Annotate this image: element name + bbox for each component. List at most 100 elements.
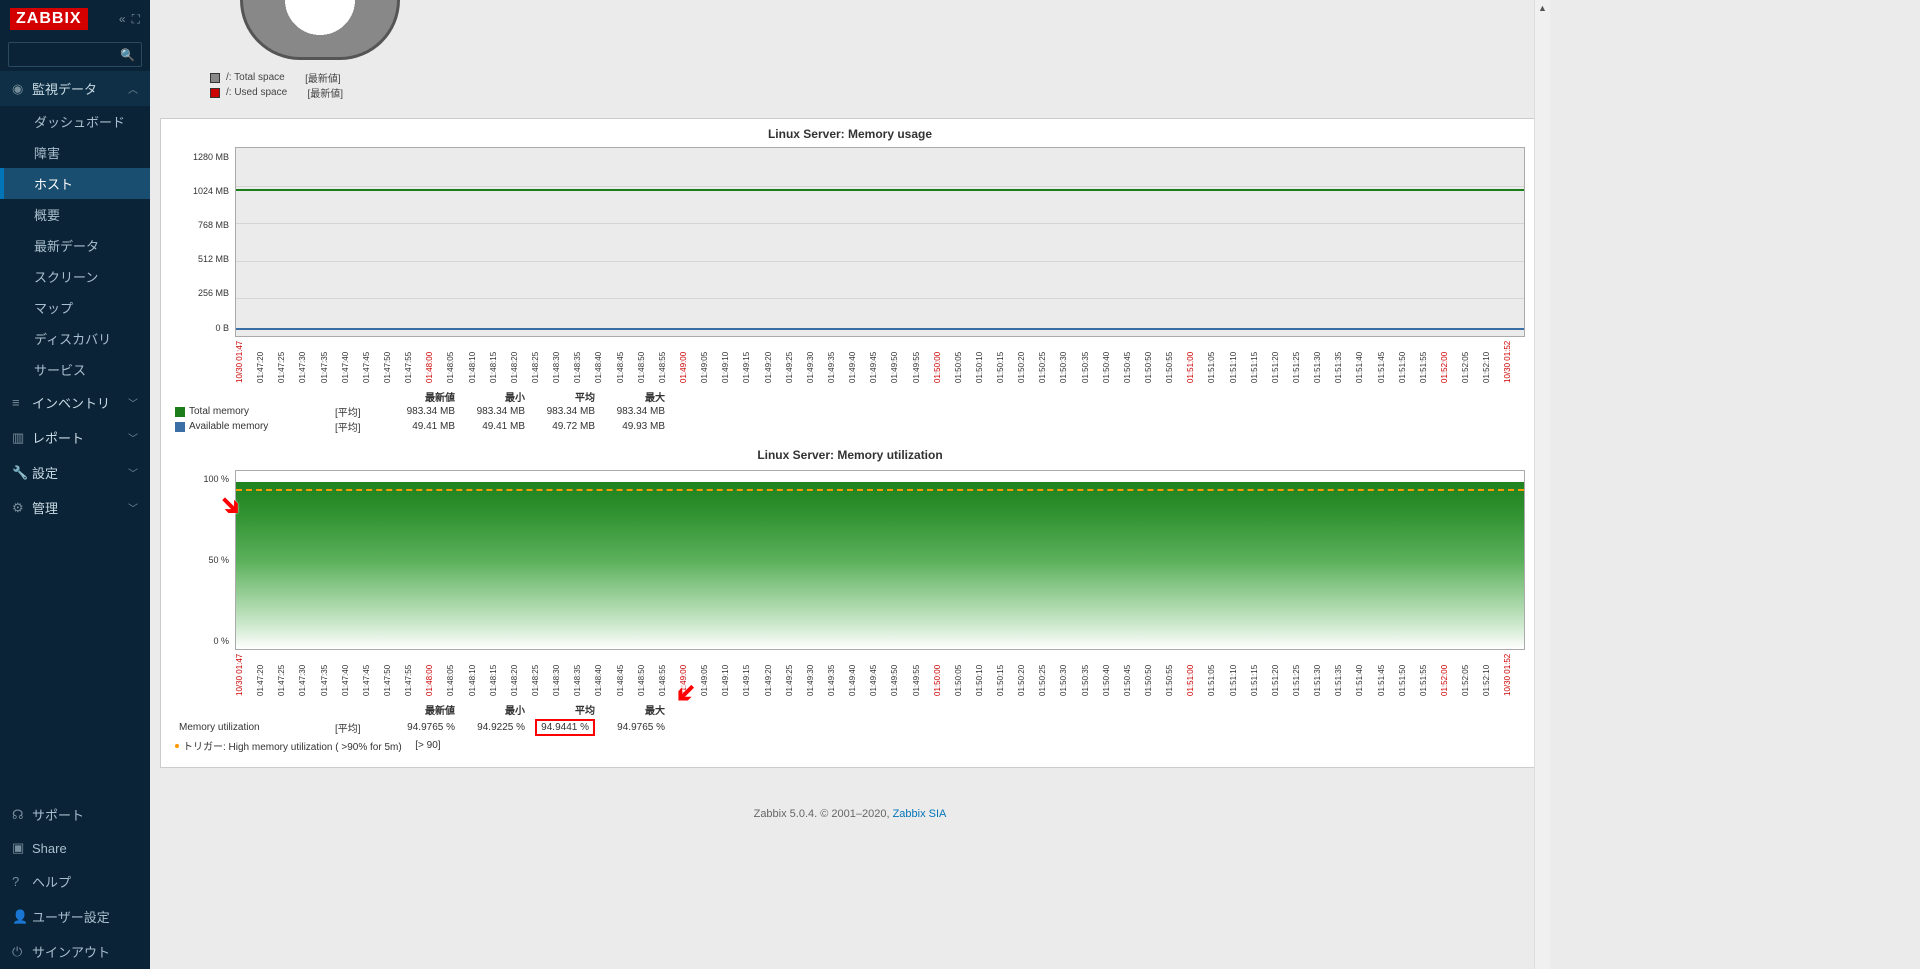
- sidebar-item-0[interactable]: ダッシュボード: [0, 106, 150, 137]
- h: 最新値: [395, 702, 465, 717]
- xtick: 01:51:30: [1313, 341, 1334, 383]
- xtick: 01:48:30: [552, 654, 573, 696]
- xtick: 01:47:45: [362, 654, 383, 696]
- xtick: 01:51:30: [1313, 654, 1334, 696]
- footer-text: Zabbix 5.0.4. © 2001–2020,: [754, 808, 893, 820]
- total-memory-line: [236, 189, 1524, 191]
- xtick: 01:48:00: [425, 654, 446, 696]
- chevron-down-icon: ﹀: [128, 395, 138, 410]
- xtick: 01:51:20: [1271, 341, 1292, 383]
- xtick: 01:50:20: [1017, 654, 1038, 696]
- sidebar-item-2[interactable]: ホスト: [0, 168, 150, 199]
- collapse-icon[interactable]: «: [119, 12, 126, 27]
- xtick-start: 10/30 01:47: [235, 654, 256, 696]
- share-link[interactable]: ▣Share: [0, 832, 150, 864]
- signout-link[interactable]: ⏻サインアウト: [0, 934, 150, 969]
- chevron-up-icon: ︿: [128, 81, 138, 96]
- chevron-down-icon: ﹀: [128, 430, 138, 445]
- v: 94.9225 %: [465, 722, 535, 733]
- ytick: 768 MB: [198, 220, 229, 230]
- sidebar-item-4[interactable]: 最新データ: [0, 230, 150, 261]
- h: 最新値: [395, 389, 465, 404]
- logo[interactable]: ZABBIX: [10, 8, 88, 30]
- scroll-up-icon[interactable]: ▲: [1535, 0, 1550, 16]
- search-input[interactable]: [9, 43, 114, 66]
- h: 最大: [605, 702, 675, 717]
- nav-admin[interactable]: ⚙管理﹀: [0, 490, 150, 525]
- chart2: 100 % 50 % 0 % ➔: [175, 470, 1525, 650]
- main-content: /: Total space [最新値] /: Used space [最新値]…: [150, 0, 1550, 969]
- xtick: 01:47:35: [320, 654, 341, 696]
- xtick: 01:50:35: [1081, 341, 1102, 383]
- sidebar-item-7[interactable]: ディスカバリ: [0, 323, 150, 354]
- xtick: 01:48:55: [658, 654, 679, 696]
- xtick: 01:51:15: [1250, 654, 1271, 696]
- nav-reports[interactable]: ▥レポート﹀: [0, 420, 150, 455]
- chart2-plot: [235, 470, 1525, 650]
- memory-usage-panel: Linux Server: Memory usage 1280 MB 1024 …: [160, 118, 1540, 768]
- footer-link[interactable]: Zabbix SIA: [893, 808, 947, 820]
- xtick: 01:49:55: [912, 341, 933, 383]
- label: ヘルプ: [32, 872, 71, 891]
- xtick: 01:49:00: [679, 341, 700, 383]
- xtick: 01:49:35: [827, 341, 848, 383]
- xtick: 01:48:25: [531, 654, 552, 696]
- nav-monitoring[interactable]: ◉ 監視データ ︿: [0, 71, 150, 106]
- pie-legend-used: /: Used space: [226, 87, 287, 98]
- xtick: 01:47:30: [298, 654, 319, 696]
- v: 49.72 MB: [535, 421, 605, 432]
- h: 平均: [535, 702, 605, 717]
- sidebar-item-8[interactable]: サービス: [0, 354, 150, 385]
- monitoring-submenu: ダッシュボード障害ホスト概要最新データスクリーンマップディスカバリサービス: [0, 106, 150, 385]
- xtick: 01:47:40: [341, 654, 362, 696]
- sidebar-item-1[interactable]: 障害: [0, 137, 150, 168]
- eye-icon: ◉: [12, 81, 32, 97]
- ytick: 100 %: [203, 474, 229, 484]
- nav-settings[interactable]: 🔧設定﹀: [0, 455, 150, 490]
- nav-inventory[interactable]: ≡インベントリ﹀: [0, 385, 150, 420]
- support-link[interactable]: ☊サポート: [0, 797, 150, 832]
- chart-icon: ▥: [12, 430, 32, 446]
- xtick: 01:49:40: [848, 654, 869, 696]
- help-link[interactable]: ?ヘルプ: [0, 864, 150, 899]
- ytick: 256 MB: [198, 288, 229, 298]
- xtick: 01:52:10: [1482, 654, 1503, 696]
- sidebar-item-3[interactable]: 概要: [0, 199, 150, 230]
- chart1-yaxis: 1280 MB 1024 MB 768 MB 512 MB 256 MB 0 B: [175, 147, 235, 337]
- xtick: 01:49:00: [679, 654, 700, 696]
- nav-label: 設定: [32, 463, 58, 482]
- xtick: 01:48:00: [425, 341, 446, 383]
- sidebar-item-5[interactable]: スクリーン: [0, 261, 150, 292]
- xtick: 01:47:35: [320, 341, 341, 383]
- xtick: 01:51:25: [1292, 341, 1313, 383]
- xtick: 01:51:45: [1377, 654, 1398, 696]
- trigger-val: [> 90]: [415, 740, 440, 751]
- xtick: 01:51:50: [1398, 341, 1419, 383]
- xtick: 01:51:45: [1377, 341, 1398, 383]
- agg: [平均]: [335, 720, 395, 735]
- xtick: 01:49:45: [869, 654, 890, 696]
- xtick: 01:50:25: [1038, 654, 1059, 696]
- pie-legend-latest: [最新値]: [305, 70, 341, 85]
- xtick: 01:48:30: [552, 341, 573, 383]
- xtick: 01:50:30: [1059, 341, 1080, 383]
- chart1-title: Linux Server: Memory usage: [175, 127, 1525, 141]
- v: 983.34 MB: [465, 406, 535, 417]
- xtick: 01:49:05: [700, 341, 721, 383]
- expand-icon[interactable]: ⛶: [132, 12, 140, 27]
- v: 94.9765 %: [395, 722, 465, 733]
- xtick: 01:47:55: [404, 654, 425, 696]
- xtick: 01:48:55: [658, 341, 679, 383]
- xtick: 01:50:20: [1017, 341, 1038, 383]
- xtick: 01:51:35: [1334, 654, 1355, 696]
- label: Share: [32, 841, 67, 856]
- chart1-legend: 最新値最小平均最大 Total memory[平均]983.34 MB983.3…: [175, 389, 1525, 434]
- sidebar-item-6[interactable]: マップ: [0, 292, 150, 323]
- scrollbar[interactable]: ▲: [1534, 0, 1550, 969]
- xtick: 01:48:15: [489, 654, 510, 696]
- xtick: 01:50:40: [1102, 654, 1123, 696]
- xtick: 01:50:10: [975, 341, 996, 383]
- xtick: 01:48:45: [616, 341, 637, 383]
- user-settings-link[interactable]: 👤ユーザー設定: [0, 899, 150, 934]
- search-icon[interactable]: 🔍: [114, 44, 141, 66]
